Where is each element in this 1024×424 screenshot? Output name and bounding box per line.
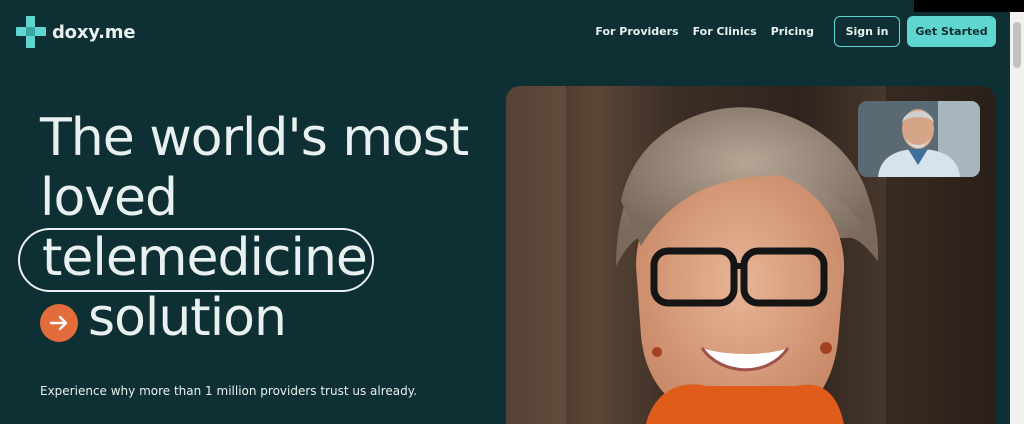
hero-line-2: loved: [40, 168, 178, 228]
logo-text: doxy.me: [52, 21, 136, 43]
cross-logo-icon: [16, 16, 46, 48]
doctor-video-thumbnail[interactable]: [858, 101, 980, 177]
nav-pricing[interactable]: Pricing: [771, 25, 814, 38]
hero-line-4: solution: [88, 288, 287, 348]
site-header: doxy.me For Providers For Clinics Pricin…: [0, 0, 1010, 64]
arrow-right-icon[interactable]: [40, 304, 78, 342]
vertical-scrollbar[interactable]: [1010, 12, 1024, 424]
highlight-pill-outline: [18, 228, 374, 292]
get-started-button[interactable]: Get Started: [907, 16, 996, 47]
main-nav: For Providers For Clinics Pricing Sign i…: [595, 16, 996, 47]
hero-line-1: The world's most: [40, 108, 469, 168]
logo[interactable]: doxy.me: [16, 16, 136, 48]
sign-in-button[interactable]: Sign in: [834, 16, 900, 47]
hero-subtext: Experience why more than 1 million provi…: [40, 384, 417, 398]
nav-for-clinics[interactable]: For Clinics: [693, 25, 757, 38]
nav-for-providers[interactable]: For Providers: [595, 25, 678, 38]
scrollbar-thumb[interactable]: [1013, 22, 1021, 68]
